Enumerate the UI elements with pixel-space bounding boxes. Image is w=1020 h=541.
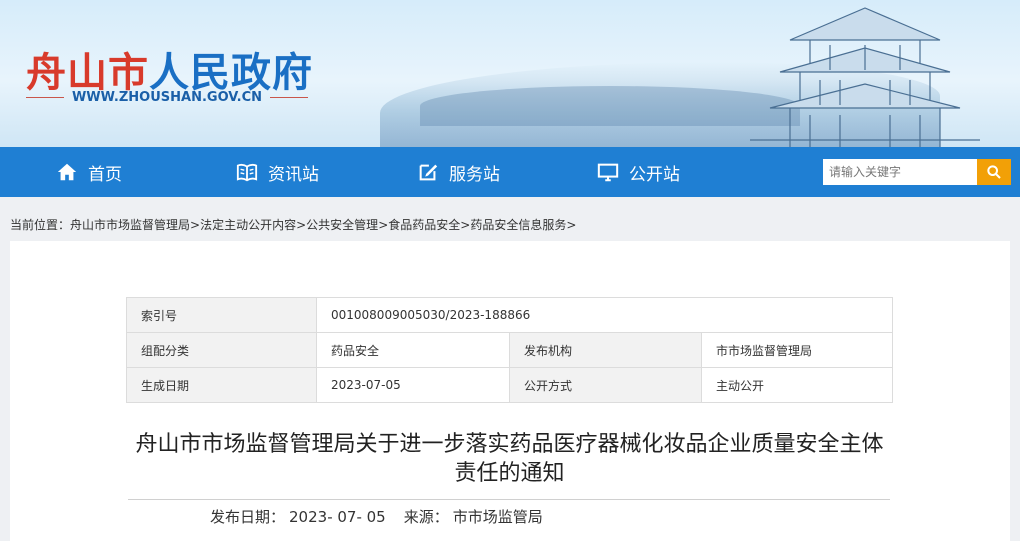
url-divider-right bbox=[270, 97, 308, 98]
nav-item-home-label: 首页 bbox=[88, 164, 122, 185]
book-icon bbox=[236, 163, 258, 182]
nav-item-news[interactable]: 资讯站 bbox=[236, 147, 319, 197]
url-divider-left bbox=[26, 97, 64, 98]
temple-illustration bbox=[750, 7, 980, 147]
content-card: 索引号 001008009005030/2023-188866 组配分类 药品安… bbox=[10, 241, 1010, 541]
meta-date-label: 生成日期 bbox=[126, 367, 317, 403]
meta-publisher-label: 发布机构 bbox=[509, 332, 702, 368]
search-icon bbox=[987, 165, 1001, 179]
breadcrumb-item-drug-info[interactable]: 药品安全信息服务 bbox=[470, 218, 566, 232]
nav-item-service[interactable]: 服务站 bbox=[417, 147, 500, 197]
meta-mode-label: 公开方式 bbox=[509, 367, 702, 403]
pub-date-label: 发布日期： bbox=[210, 508, 286, 526]
meta-index-label: 索引号 bbox=[126, 297, 317, 333]
meta-category-value: 药品安全 bbox=[316, 332, 510, 368]
home-icon bbox=[57, 163, 77, 181]
breadcrumb-item-food-drug[interactable]: 食品药品安全 bbox=[388, 218, 460, 232]
meta-category-label: 组配分类 bbox=[126, 332, 317, 368]
table-row: 生成日期 2023-07-05 公开方式 主动公开 bbox=[126, 367, 893, 403]
pub-date-value: 2023- 07- 05 bbox=[289, 508, 386, 526]
breadcrumb-prefix: 当前位置： bbox=[10, 218, 71, 232]
publish-info: 发布日期： 2023- 07- 05 来源： 市市场监管局 bbox=[210, 506, 547, 527]
source-value: 市市场监管局 bbox=[452, 508, 543, 526]
edit-icon bbox=[419, 164, 438, 181]
breadcrumb-sep: > bbox=[566, 218, 577, 232]
meta-mode-value: 主动公开 bbox=[701, 367, 893, 403]
nav-item-public-label: 公开站 bbox=[629, 164, 680, 185]
breadcrumb-item-public-safety[interactable]: 公共安全管理 bbox=[306, 218, 378, 232]
table-row: 组配分类 药品安全 发布机构 市市场监督管理局 bbox=[126, 332, 893, 368]
breadcrumb-sep: > bbox=[460, 218, 471, 232]
breadcrumb-sep: > bbox=[190, 218, 201, 232]
nav-item-service-label: 服务站 bbox=[449, 164, 500, 185]
table-row: 索引号 001008009005030/2023-188866 bbox=[126, 297, 893, 333]
site-url: WWW.ZHOUSHAN.GOV.CN bbox=[26, 90, 308, 105]
search-input[interactable] bbox=[823, 159, 977, 185]
meta-table: 索引号 001008009005030/2023-188866 组配分类 药品安… bbox=[126, 297, 893, 403]
monitor-icon bbox=[597, 163, 619, 182]
title-divider bbox=[128, 499, 890, 500]
breadcrumb-sep: > bbox=[378, 218, 389, 232]
nav-item-news-label: 资讯站 bbox=[268, 164, 319, 185]
search-box bbox=[823, 159, 1011, 185]
nav-item-public[interactable]: 公开站 bbox=[597, 147, 680, 197]
hills-backdrop bbox=[420, 86, 800, 126]
breadcrumb-sep: > bbox=[296, 218, 307, 232]
meta-date-value: 2023-07-05 bbox=[316, 367, 510, 403]
nav-item-home[interactable]: 首页 bbox=[56, 147, 122, 197]
breadcrumb-item-disclosure[interactable]: 法定主动公开内容 bbox=[200, 218, 296, 232]
meta-index-value: 001008009005030/2023-188866 bbox=[316, 297, 893, 333]
source-label: 来源： bbox=[403, 508, 449, 526]
header-banner: 舟山市人民政府 WWW.ZHOUSHAN.GOV.CN bbox=[0, 0, 1020, 147]
meta-publisher-value: 市市场监督管理局 bbox=[701, 332, 893, 368]
site-url-text: WWW.ZHOUSHAN.GOV.CN bbox=[71, 90, 263, 105]
breadcrumb-item-bureau[interactable]: 舟山市市场监督管理局 bbox=[70, 218, 190, 232]
search-button[interactable] bbox=[977, 159, 1011, 185]
breadcrumb: 当前位置：舟山市市场监督管理局>法定主动公开内容>公共安全管理>食品药品安全>药… bbox=[10, 216, 576, 233]
main-nav: 首页 资讯站 服务站 公开站 bbox=[0, 147, 1020, 197]
article-title: 舟山市市场监督管理局关于进一步落实药品医疗器械化妆品企业质量安全主体责任的通知 bbox=[135, 432, 884, 486]
